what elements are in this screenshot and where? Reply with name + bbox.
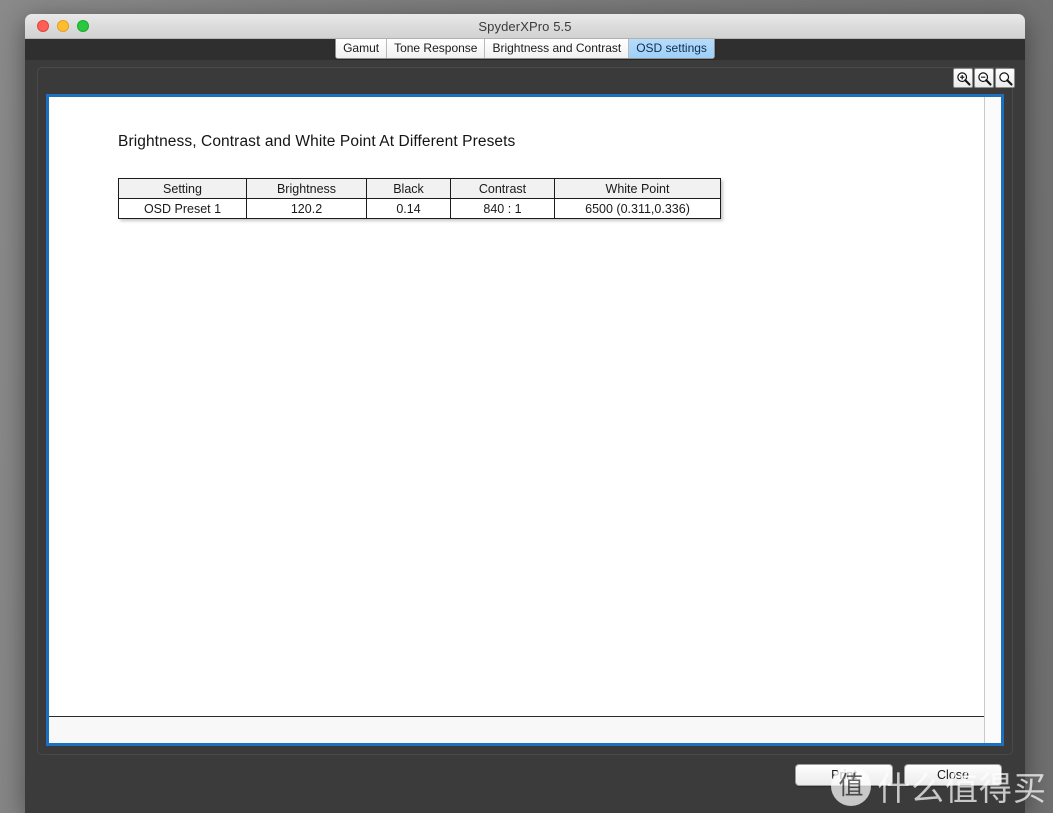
document-footer-strip xyxy=(49,716,984,743)
table-header-row: Setting Brightness Black Contrast White … xyxy=(118,178,721,199)
zoom-toolbar xyxy=(953,68,1015,88)
report-viewer: Brightness, Contrast and White Point At … xyxy=(37,67,1013,755)
content-panel: Brightness, Contrast and White Point At … xyxy=(25,60,1025,813)
maximize-window-button[interactable] xyxy=(77,20,89,32)
zoom-actual-button[interactable] xyxy=(995,68,1015,88)
tab-group: Gamut Tone Response Brightness and Contr… xyxy=(335,39,715,59)
zoom-out-icon xyxy=(977,71,992,86)
table-header: Setting Brightness Black Contrast White … xyxy=(118,178,721,199)
zoom-in-button[interactable] xyxy=(953,68,973,88)
tab-osd-settings[interactable]: OSD settings xyxy=(629,39,714,58)
document-body: Brightness, Contrast and White Point At … xyxy=(49,97,984,716)
action-bar: Print Close xyxy=(25,755,1025,813)
minimize-window-button[interactable] xyxy=(57,20,69,32)
application-window: SpyderXPro 5.5 Gamut Tone Response Brigh… xyxy=(25,14,1025,813)
cell-black: 0.14 xyxy=(366,198,451,219)
page-scroll-area: Brightness, Contrast and White Point At … xyxy=(49,97,1001,743)
column-header-setting: Setting xyxy=(118,178,247,199)
zoom-in-icon xyxy=(956,71,971,86)
tab-gamut[interactable]: Gamut xyxy=(336,39,388,58)
cell-setting: OSD Preset 1 xyxy=(118,198,247,219)
window-traffic-lights xyxy=(37,20,89,32)
close-button[interactable]: Close xyxy=(904,764,1002,786)
zoom-out-button[interactable] xyxy=(974,68,994,88)
tab-strip: Gamut Tone Response Brightness and Contr… xyxy=(25,39,1025,60)
close-window-button[interactable] xyxy=(37,20,49,32)
zoom-actual-icon xyxy=(998,71,1013,86)
cell-white-point: 6500 (0.311,0.336) xyxy=(554,198,721,219)
column-header-black: Black xyxy=(366,178,451,199)
table-row: OSD Preset 1 120.2 0.14 840 : 1 6500 (0.… xyxy=(118,198,721,219)
tab-tone-response[interactable]: Tone Response xyxy=(387,39,486,58)
tab-brightness-and-contrast[interactable]: Brightness and Contrast xyxy=(485,39,630,58)
presets-table: Setting Brightness Black Contrast White … xyxy=(118,178,721,219)
report-heading: Brightness, Contrast and White Point At … xyxy=(118,133,516,150)
report-page: Brightness, Contrast and White Point At … xyxy=(46,94,1004,746)
column-header-brightness: Brightness xyxy=(246,178,367,199)
cell-contrast: 840 : 1 xyxy=(450,198,555,219)
table-body: OSD Preset 1 120.2 0.14 840 : 1 6500 (0.… xyxy=(118,198,721,219)
window-title: SpyderXPro 5.5 xyxy=(478,18,572,34)
column-header-contrast: Contrast xyxy=(450,178,555,199)
window-titlebar: SpyderXPro 5.5 xyxy=(25,14,1025,39)
page-vertical-scrollbar[interactable] xyxy=(984,97,1001,743)
column-header-white-point: White Point xyxy=(554,178,721,199)
print-button[interactable]: Print xyxy=(795,764,893,786)
presets-table-container: Setting Brightness Black Contrast White … xyxy=(118,178,721,219)
cell-brightness: 120.2 xyxy=(246,198,367,219)
